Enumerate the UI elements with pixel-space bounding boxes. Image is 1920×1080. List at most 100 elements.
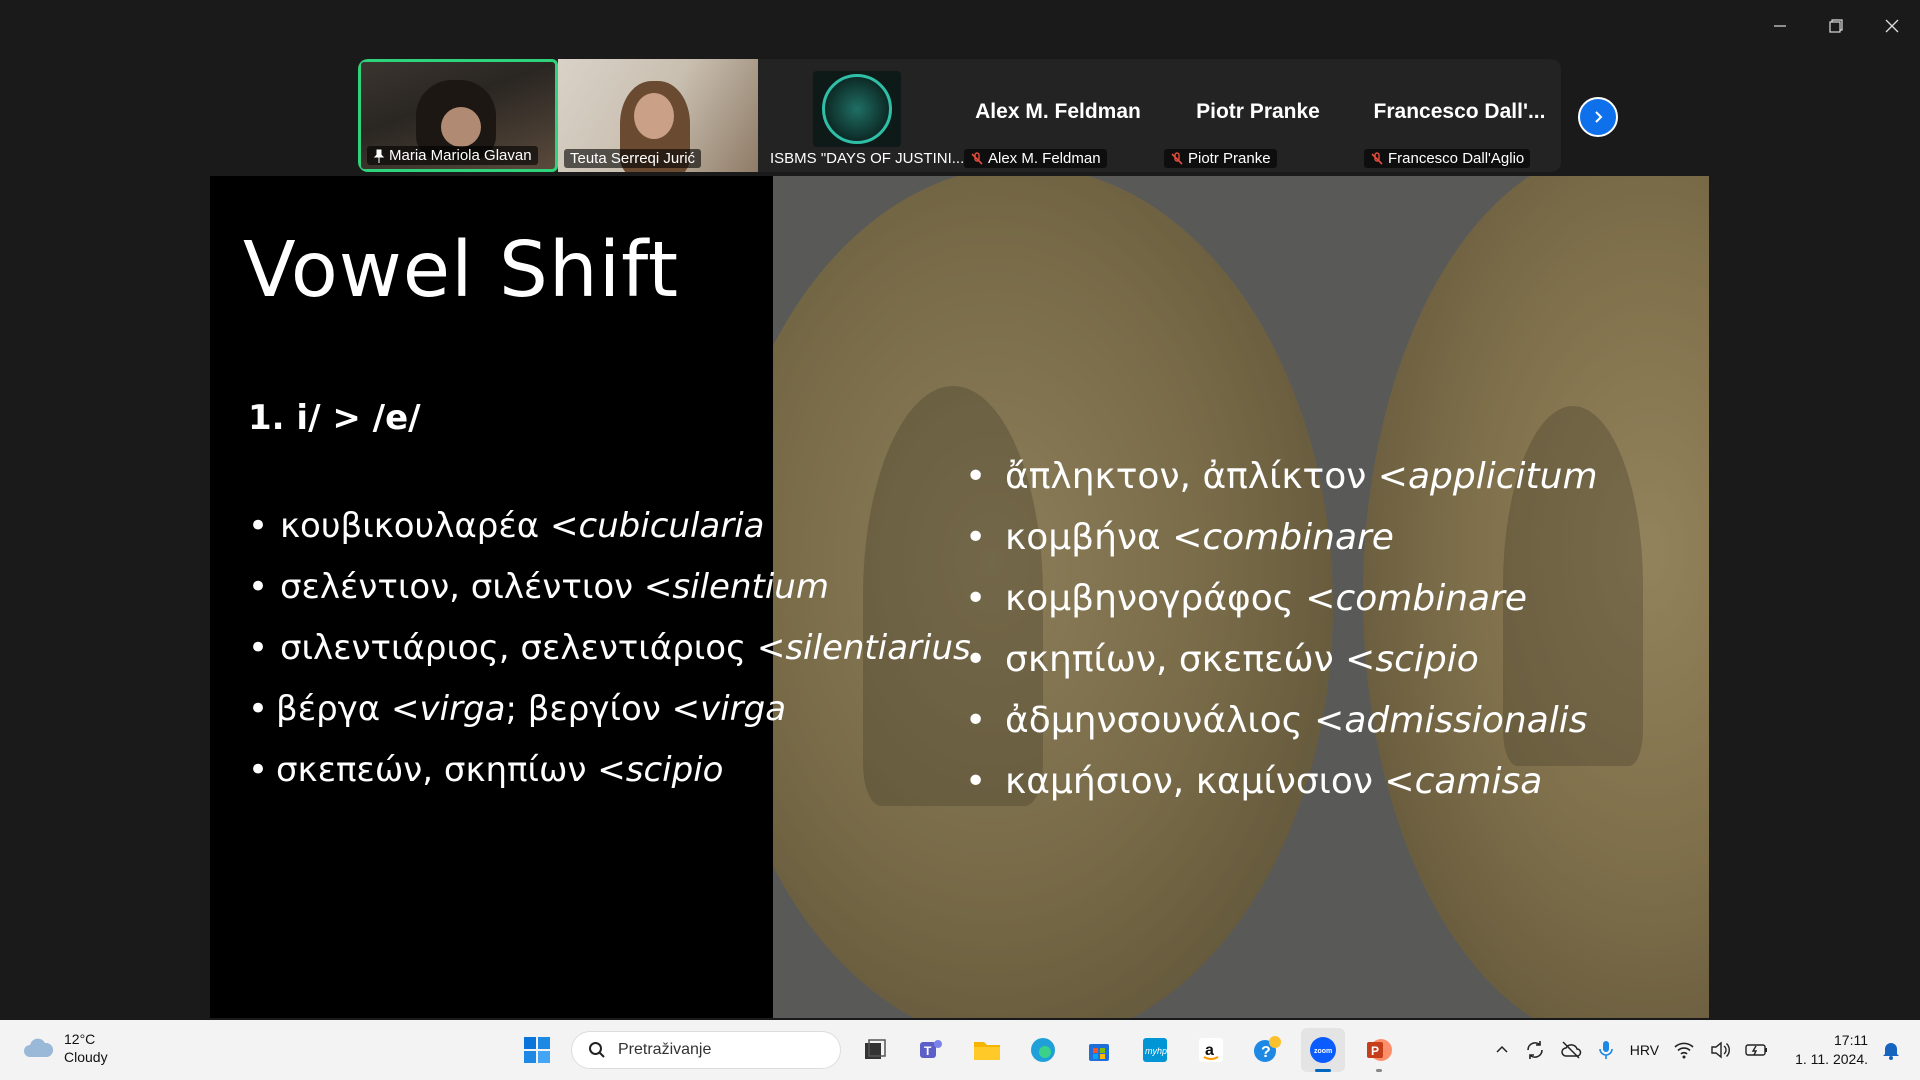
minimize-button[interactable] (1752, 0, 1808, 52)
restore-button[interactable] (1808, 0, 1864, 52)
cloud-off-icon[interactable] (1560, 1039, 1582, 1061)
isbms-logo-emblem (822, 74, 892, 144)
list-item: • βέργα < virga; βεργίον < virga (248, 689, 787, 729)
latin-text: silentium (672, 567, 829, 607)
start-button[interactable] (515, 1028, 559, 1072)
get-help-button[interactable]: ? (1245, 1028, 1289, 1072)
participant-tile-teuta[interactable]: Teuta Serreqi Jurić (558, 59, 758, 172)
weather-widget[interactable]: 12°C Cloudy (22, 1030, 108, 1066)
language-indicator[interactable]: HRV (1630, 1042, 1659, 1058)
participant-name-tag: Francesco Dall'Aglio (1364, 149, 1531, 168)
zoom-button[interactable]: zoom (1301, 1028, 1345, 1072)
participant-name-tag: Piotr Pranke (1164, 149, 1277, 168)
muted-mic-icon (1171, 151, 1183, 165)
store-button[interactable] (1077, 1028, 1121, 1072)
latin-text: virga (419, 689, 506, 729)
latin-text: silentiarius (785, 628, 971, 668)
battery-charging-icon[interactable] (1745, 1042, 1769, 1058)
pin-icon (373, 149, 385, 163)
restore-icon (1829, 19, 1843, 33)
participant-name: Maria Mariola Glavan (389, 147, 532, 164)
wifi-icon[interactable] (1673, 1041, 1695, 1059)
edge-button[interactable] (1021, 1028, 1065, 1072)
participant-display-name: Francesco Dall'... (1373, 99, 1546, 123)
search-icon (589, 1042, 605, 1058)
amazon-button[interactable]: a (1189, 1028, 1233, 1072)
notification-bell-icon[interactable] (1882, 1040, 1900, 1060)
task-view-button[interactable] (853, 1028, 897, 1072)
volume-icon[interactable] (1709, 1040, 1731, 1060)
participant-name: Alex M. Feldman (988, 150, 1101, 167)
participant-display-name: Alex M. Feldman (975, 99, 1141, 123)
greek-text: σιλεντιάριος, σελεντιάριος < (280, 628, 786, 668)
list-item: • κουβικουλαρέα < cubicularia (248, 506, 765, 546)
svg-text:a: a (1205, 1042, 1214, 1059)
taskbar-search[interactable]: Pretraživanje (571, 1031, 841, 1069)
windows-icon (524, 1037, 550, 1063)
svg-text:?: ? (1261, 1044, 1271, 1061)
list-item: • σιλεντιάριος, σελεντιάριος < silentiari… (248, 628, 971, 668)
chevron-up-icon[interactable] (1494, 1042, 1510, 1058)
svg-text:myhp: myhp (1145, 1046, 1167, 1056)
latin-text: scipio (1375, 639, 1479, 680)
clock-time: 17:11 (1834, 1032, 1868, 1048)
close-icon (1885, 19, 1899, 33)
participant-name: ISBMS "DAYS OF JUSTINI... (770, 150, 965, 167)
powerpoint-button[interactable]: P (1357, 1028, 1401, 1072)
latin-text: virga (700, 689, 787, 729)
participant-display-name: Piotr Pranke (1196, 99, 1320, 123)
shared-slide: Vowel Shift 1. i/ > /e/ • κουβικουλαρέα <… (210, 176, 1709, 1018)
clock[interactable]: 17:11 1. 11. 2024. (1795, 1031, 1868, 1069)
participant-tile-alex[interactable]: Alex M. Feldman Alex M. Feldman (958, 59, 1158, 172)
svg-text:P: P (1371, 1044, 1379, 1058)
close-button[interactable] (1864, 0, 1920, 52)
list-item: • ἄπληκτον, ἀπλίκτον < applicitum (965, 456, 1598, 497)
isbms-logo (813, 71, 901, 147)
greek-text: καμήσιον, καμίνσιον < (1005, 761, 1415, 802)
taskbar-apps: Pretraživanje T myhp a ? zoom P (515, 1026, 1401, 1074)
participant-tile-piotr[interactable]: Piotr Pranke Piotr Pranke (1158, 59, 1358, 172)
greek-text: ἄπληκτον, ἀπλίκτον < (1005, 456, 1408, 497)
microphone-icon[interactable] (1596, 1039, 1616, 1061)
latin-text: combinare (1335, 578, 1528, 619)
next-participants-button[interactable] (1578, 97, 1618, 137)
greek-text: σκηπίων, σκεπεών < (1005, 639, 1376, 680)
latin-text: applicitum (1407, 456, 1598, 497)
svg-text:zoom: zoom (1314, 1048, 1332, 1055)
list-item: • ἀδμηνσουνάλιος < admissionalis (965, 700, 1588, 741)
participant-name: Piotr Pranke (1188, 150, 1271, 167)
zoom-icon: zoom (1310, 1037, 1336, 1063)
muted-mic-icon (971, 151, 983, 165)
participant-video-face (634, 93, 674, 139)
active-indicator (1315, 1069, 1331, 1072)
muted-mic-icon (1371, 151, 1383, 165)
participant-name-tag: ISBMS "DAYS OF JUSTINI... (764, 149, 970, 168)
latin-text: combinare (1202, 517, 1394, 558)
greek-text: ; βεργίον < (505, 689, 701, 729)
greek-text: σκεπεών, σκηπίων < (276, 750, 626, 790)
right-example-list: • ἄπληκτον, ἀπλίκτον < applicitum • κομβήν… (965, 456, 1598, 822)
participant-tile-isbms[interactable]: ISBMS "DAYS OF JUSTINI... (758, 59, 964, 172)
minimize-icon (1774, 25, 1786, 27)
sync-icon[interactable] (1524, 1039, 1546, 1061)
participant-name-tag: Maria Mariola Glavan (367, 146, 538, 165)
greek-text: κουβικουλαρέα < (280, 506, 579, 546)
participant-name: Francesco Dall'Aglio (1388, 150, 1525, 167)
svg-text:T: T (924, 1044, 932, 1058)
list-item: • σκεπεών, σκηπίων < scipio (248, 750, 724, 790)
myhp-button[interactable]: myhp (1133, 1028, 1177, 1072)
teams-button[interactable]: T (909, 1028, 953, 1072)
participant-strip: Maria Mariola Glavan Teuta Serreqi Jurić… (358, 59, 1561, 172)
greek-text: κομβηνογράφος < (1005, 578, 1336, 619)
greek-text: ἀδμηνσουνάλιος < (1005, 700, 1345, 741)
file-explorer-button[interactable] (965, 1028, 1009, 1072)
list-item: • κομβηνογράφος < combinare (965, 578, 1528, 619)
participant-video-face (441, 107, 481, 147)
left-example-list: • κουβικουλαρέα < cubicularia • σελέντιον,… (248, 506, 971, 811)
help-icon: ? (1254, 1036, 1281, 1062)
participant-tile-maria[interactable]: Maria Mariola Glavan (358, 59, 558, 172)
greek-text: κομβήνα < (1005, 517, 1203, 558)
folder-icon (974, 1042, 1000, 1060)
participant-tile-francesco[interactable]: Francesco Dall'... Francesco Dall'Aglio (1358, 59, 1561, 172)
list-item: • σκηπίων, σκεπεών < scipio (965, 639, 1479, 680)
